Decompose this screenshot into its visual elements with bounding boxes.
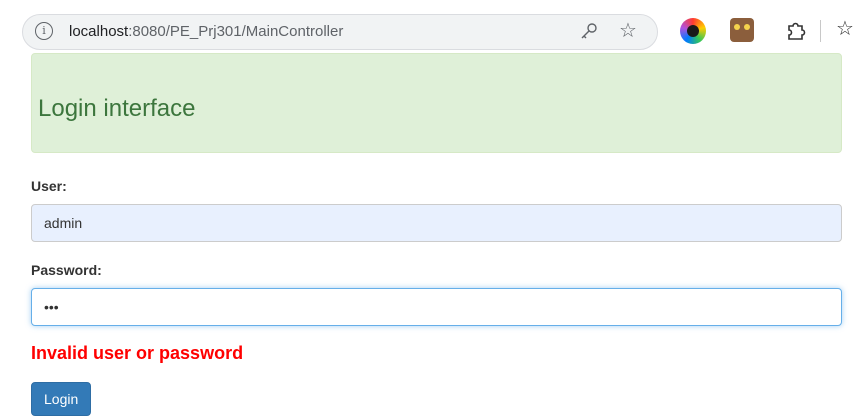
toolbar-divider: [820, 20, 821, 42]
puzzle-icon[interactable]: [784, 18, 808, 42]
password-input[interactable]: [31, 288, 842, 326]
page-title: Login interface: [38, 95, 196, 122]
error-message: Invalid user or password: [31, 343, 244, 363]
star-icon[interactable]: ☆: [619, 19, 637, 43]
favorites-icon[interactable]: ☆: [836, 16, 854, 42]
extension-owl-icon[interactable]: [730, 18, 754, 42]
url-host: localhost: [69, 23, 129, 40]
url-path: :8080/PE_Prj301/MainController: [128, 23, 344, 40]
login-header-panel: Login interface: [31, 53, 842, 153]
password-label: Password:: [31, 262, 102, 278]
extension-color-circle-icon[interactable]: [680, 18, 706, 44]
user-label: User:: [31, 178, 67, 194]
address-bar[interactable]: i localhost:8080/PE_Prj301/MainControlle…: [22, 14, 658, 50]
login-button[interactable]: Login: [31, 382, 92, 416]
url-text[interactable]: localhost:8080/PE_Prj301/MainController: [69, 23, 343, 40]
info-icon[interactable]: i: [35, 22, 53, 40]
browser-toolbar: i localhost:8080/PE_Prj301/MainControlle…: [0, 0, 858, 50]
key-icon[interactable]: [579, 21, 599, 41]
user-input[interactable]: [31, 204, 842, 242]
